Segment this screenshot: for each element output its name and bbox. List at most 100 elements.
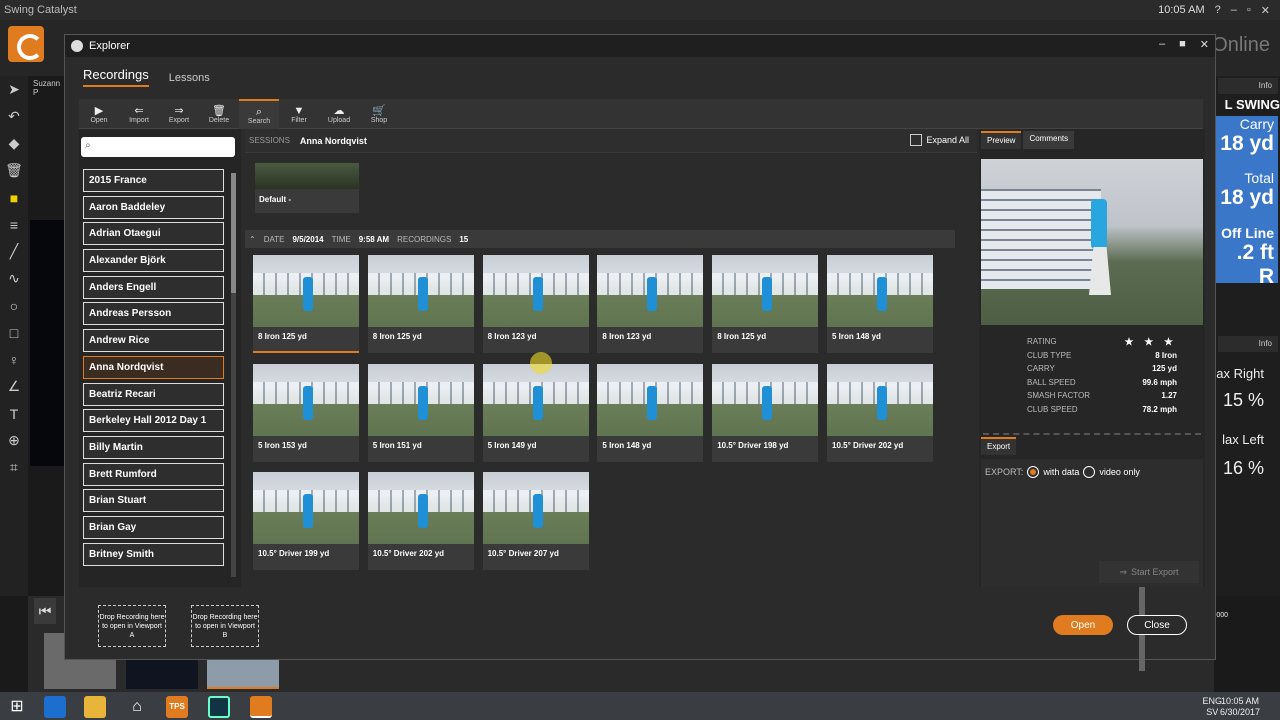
- start-export-button[interactable]: ⇒ Start Export: [1099, 561, 1199, 583]
- tab-export[interactable]: Export: [981, 437, 1017, 455]
- close-icon[interactable]: ✕: [1261, 4, 1270, 17]
- file-explorer-icon[interactable]: [84, 696, 106, 718]
- recording-card[interactable]: 8 Iron 125 yd: [712, 255, 819, 353]
- help-icon[interactable]: ?: [1215, 4, 1221, 16]
- recording-card[interactable]: 10.5° Driver 198 yd: [712, 363, 819, 462]
- name-list-item[interactable]: Britney Smith: [83, 542, 224, 566]
- shop-button[interactable]: 🛒 Shop: [359, 99, 399, 129]
- recording-card[interactable]: 8 Iron 123 yd: [482, 255, 589, 353]
- internet-explorer-icon[interactable]: [44, 696, 66, 718]
- line-tool-icon[interactable]: ╱: [0, 238, 28, 265]
- name-list-item[interactable]: Brian Stuart: [83, 489, 224, 513]
- recording-card[interactable]: 8 Iron 125 yd: [253, 255, 359, 353]
- rating-stars-icon[interactable]: ★ ★ ★: [1125, 337, 1177, 351]
- trash-tool-icon[interactable]: 🗑: [0, 157, 28, 184]
- eraser-icon[interactable]: ◆: [0, 130, 28, 157]
- pointer-tool-icon[interactable]: ➤: [0, 76, 28, 103]
- recording-card[interactable]: 5 Iron 151 yd: [367, 363, 474, 462]
- upload-button[interactable]: ☁ Upload: [319, 99, 359, 129]
- undo-icon[interactable]: ↶: [0, 103, 28, 130]
- app-circle-icon[interactable]: [208, 696, 230, 718]
- tps-app-icon[interactable]: TPS: [166, 696, 188, 718]
- name-list-item[interactable]: Aaron Baddeley: [83, 195, 224, 219]
- breadcrumb-name: Anna Nordqvist: [299, 135, 367, 146]
- search-input[interactable]: [97, 139, 227, 155]
- dialog-minimize-icon[interactable]: –: [1159, 38, 1165, 51]
- rectangle-tool-icon[interactable]: □: [0, 319, 28, 346]
- recording-card[interactable]: 10.5° Driver 202 yd: [827, 363, 933, 462]
- name-list-item[interactable]: Brian Gay: [83, 515, 224, 539]
- open-button[interactable]: ▶ Open: [79, 99, 119, 129]
- expand-all-toggle[interactable]: Expand All: [910, 134, 969, 146]
- recording-card[interactable]: 8 Iron 125 yd: [367, 255, 474, 353]
- collapse-chevron-icon[interactable]: ⌃: [249, 235, 256, 244]
- recording-card[interactable]: 10.5° Driver 207 yd: [482, 472, 589, 570]
- swing-catalyst-taskbar-icon[interactable]: [250, 696, 272, 718]
- recording-card[interactable]: 8 Iron 123 yd: [597, 255, 704, 353]
- name-list-item[interactable]: Anna Nordqvist: [83, 355, 224, 379]
- recording-card[interactable]: 5 Iron 148 yd: [597, 363, 704, 462]
- skip-back-icon[interactable]: ⏮: [34, 598, 56, 624]
- name-list-item[interactable]: Alexander Björk: [83, 249, 224, 273]
- tab-recordings[interactable]: Recordings: [83, 67, 149, 87]
- crop-tool-icon[interactable]: ⌗: [0, 454, 28, 481]
- session-header[interactable]: ⌃ DATE 9/5/2014 TIME 9:58 AM RECORDINGS …: [245, 230, 955, 248]
- explorer-toolbar: ▶ Open ⇐ Import ⇒ Export 🗑 Delete ⌕ Search ▼ F…: [79, 99, 1203, 129]
- name-list-item[interactable]: Berkeley Hall 2012 Day 1: [83, 409, 224, 433]
- windows-start-icon[interactable]: ⊞: [6, 696, 28, 718]
- freehand-icon[interactable]: ∿: [0, 265, 28, 292]
- home-icon[interactable]: ⌂: [126, 696, 148, 718]
- recording-card[interactable]: 10.5° Driver 199 yd: [253, 472, 359, 570]
- name-list-item[interactable]: Brett Rumford: [83, 462, 224, 486]
- dialog-close-icon[interactable]: ✕: [1200, 38, 1209, 51]
- filter-button[interactable]: ▼ Filter: [279, 99, 319, 129]
- recording-thumbnail: [827, 363, 933, 436]
- tab-preview[interactable]: Preview: [981, 131, 1022, 149]
- default-session-card[interactable]: Default -: [255, 163, 359, 213]
- name-list-item[interactable]: Adrian Otaegui: [83, 222, 224, 246]
- taskbar-clock[interactable]: 10:05 AM 6/30/2017: [1220, 696, 1260, 718]
- tab-lessons[interactable]: Lessons: [169, 72, 210, 87]
- text-tool-icon[interactable]: T: [0, 400, 28, 427]
- export-button[interactable]: ⇒ Export: [159, 99, 199, 129]
- recording-card[interactable]: 5 Iron 148 yd: [827, 255, 933, 353]
- minimize-icon[interactable]: –: [1231, 4, 1237, 16]
- stat-row: BALL SPEED 99.6 mph: [1027, 378, 1177, 392]
- stat-row[interactable]: RATING ★ ★ ★: [1027, 337, 1177, 351]
- with-data-radio[interactable]: [1027, 466, 1040, 478]
- expand-all-checkbox[interactable]: [910, 134, 923, 146]
- body-tool-icon[interactable]: ♀: [0, 346, 28, 373]
- preview-video[interactable]: [981, 159, 1203, 325]
- import-button[interactable]: ⇐ Import: [119, 99, 159, 129]
- circle-tool-icon[interactable]: ○: [0, 292, 28, 319]
- recording-card[interactable]: 10.5° Driver 202 yd: [367, 472, 474, 570]
- dialog-maximize-icon[interactable]: ■: [1179, 38, 1186, 51]
- search-button[interactable]: ⌕ Search: [239, 99, 279, 129]
- info-tab-2[interactable]: Info: [1218, 336, 1278, 352]
- zoom-tool-icon[interactable]: ⊕: [0, 427, 28, 454]
- name-list-item[interactable]: Andreas Persson: [83, 302, 224, 326]
- tab-comments[interactable]: Comments: [1023, 131, 1075, 149]
- info-tab[interactable]: Info: [1218, 78, 1278, 94]
- delete-button[interactable]: 🗑 Delete: [199, 99, 239, 129]
- maximize-icon[interactable]: ▫: [1247, 4, 1251, 16]
- open-recording-button[interactable]: Open: [1053, 615, 1113, 635]
- name-list-item[interactable]: Beatriz Recari: [83, 382, 224, 406]
- video-only-radio[interactable]: [1083, 466, 1096, 478]
- recording-card[interactable]: 5 Iron 149 yd: [482, 363, 589, 462]
- drop-zone-b[interactable]: Drop Recording here to open in Viewport …: [191, 605, 259, 647]
- name-list-item[interactable]: Billy Martin: [83, 435, 224, 459]
- name-list-item[interactable]: Andrew Rice: [83, 329, 224, 353]
- lines-icon[interactable]: ≡: [0, 211, 28, 238]
- breadcrumb-sessions[interactable]: SESSIONS: [249, 136, 290, 145]
- recording-card[interactable]: 5 Iron 153 yd: [253, 363, 359, 462]
- drop-zone-a[interactable]: Drop Recording here to open in Viewport …: [98, 605, 166, 647]
- name-list-item[interactable]: Anders Engell: [83, 275, 224, 299]
- close-dialog-button[interactable]: Close: [1127, 615, 1187, 635]
- sidebar-scrollbar[interactable]: [231, 173, 236, 577]
- angle-tool-icon[interactable]: ∠: [0, 373, 28, 400]
- sidebar-scroll-thumb[interactable]: [231, 173, 236, 293]
- highlighter-icon[interactable]: ■: [0, 184, 28, 211]
- recording-caption: 10.5° Driver 207 yd: [487, 549, 559, 558]
- name-list-item[interactable]: 2015 France: [83, 169, 224, 192]
